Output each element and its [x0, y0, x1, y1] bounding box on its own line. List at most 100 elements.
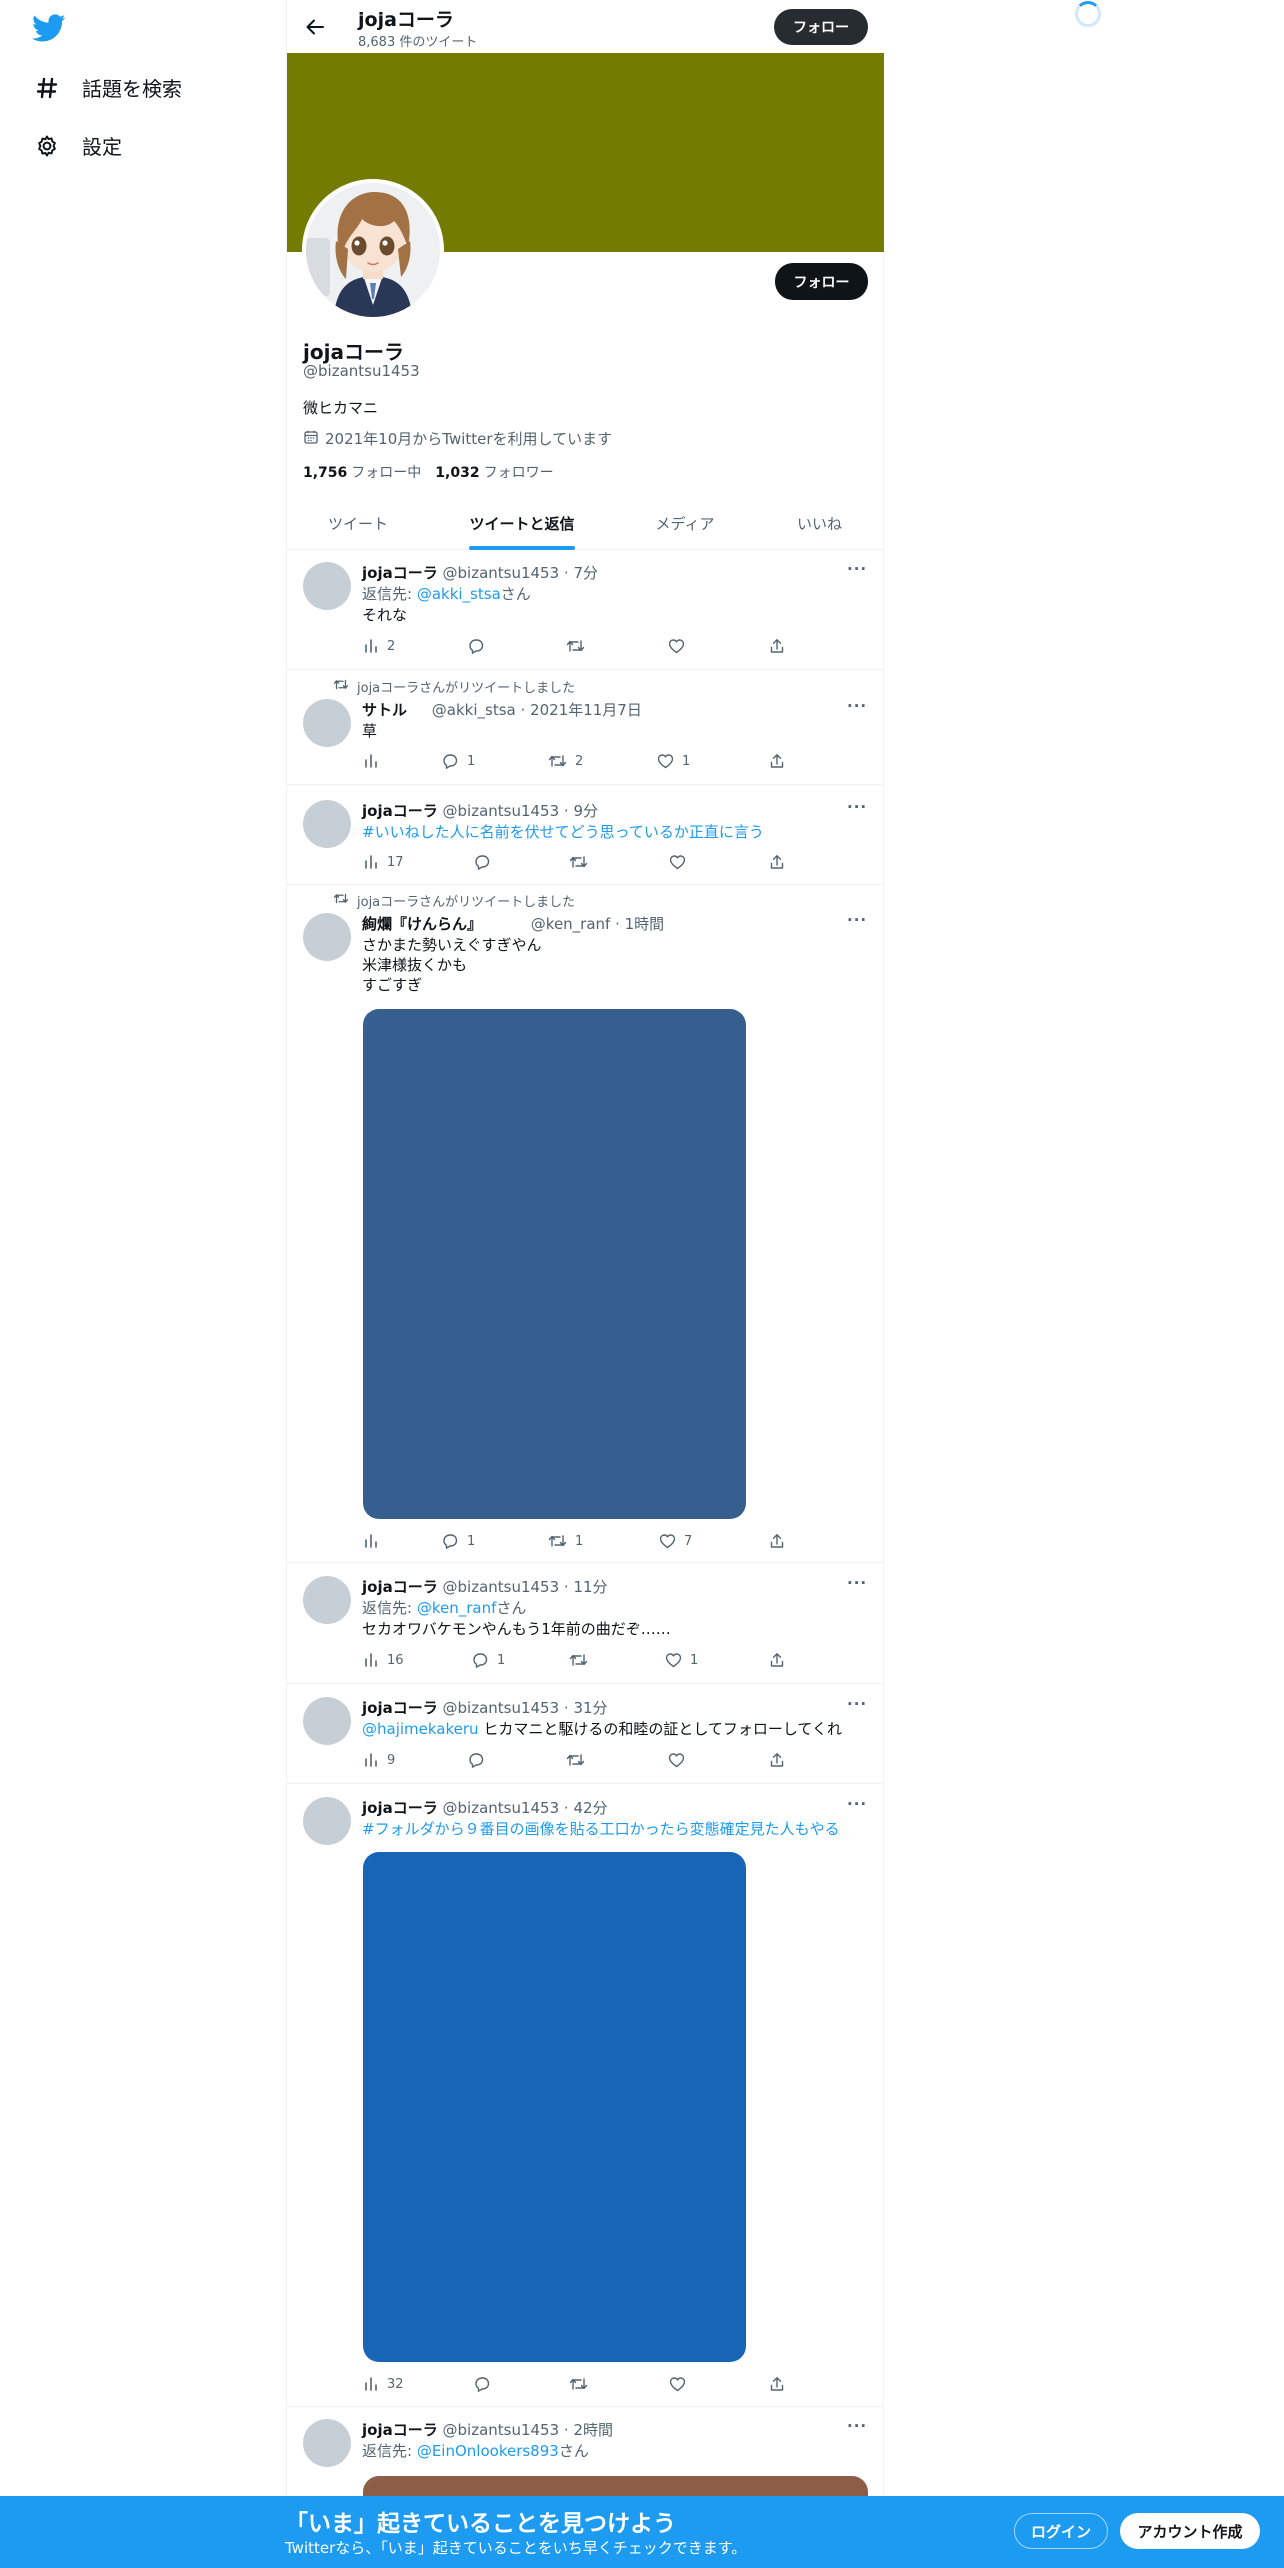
- tweet-author-name[interactable]: 絢爛『けんらん』: [362, 915, 482, 933]
- tweet-media-image[interactable]: [363, 1009, 746, 1519]
- more-icon[interactable]: ···: [847, 2417, 867, 2435]
- more-icon[interactable]: ···: [847, 1574, 867, 1592]
- reply-action[interactable]: [474, 2376, 499, 2392]
- tweet-author-name[interactable]: jojaコーラ: [362, 1699, 438, 1717]
- followers-link[interactable]: 1,032 フォロワー: [435, 462, 553, 482]
- like-action[interactable]: [668, 638, 693, 654]
- reply-to-mention[interactable]: @akki_stsa: [417, 585, 501, 603]
- views-count: 16: [387, 1652, 404, 1668]
- tweet-meta: @bizantsu1453 · 2時間: [442, 2421, 614, 2439]
- tweet-author-name[interactable]: jojaコーラ: [362, 802, 438, 820]
- tweet-avatar[interactable]: [303, 562, 351, 610]
- login-button[interactable]: ログイン: [1014, 2513, 1108, 2549]
- share-action[interactable]: [769, 638, 785, 654]
- more-icon[interactable]: ···: [847, 911, 867, 929]
- like-action[interactable]: 7: [659, 1533, 692, 1549]
- reply-prefix: 返信先:: [362, 1599, 417, 1617]
- create-account-button[interactable]: アカウント作成: [1120, 2513, 1260, 2549]
- retweet-action[interactable]: [569, 1652, 596, 1668]
- like-action[interactable]: 1: [657, 753, 690, 769]
- tweet-text: セカオワバケモンやんもう1年前の曲だぞ……: [362, 1620, 671, 1638]
- hashtag-link[interactable]: #いいねした人に名前を伏せてどう思っているか正直に言う: [362, 822, 764, 842]
- share-action[interactable]: [769, 1752, 785, 1768]
- nav-settings[interactable]: 設定: [34, 131, 122, 160]
- retweeted-by-text[interactable]: jojaコーラさんがリツイートしました: [357, 677, 575, 696]
- share-action[interactable]: [769, 854, 785, 870]
- retweet-action[interactable]: [569, 2376, 596, 2392]
- retweeted-by-text[interactable]: jojaコーラさんがリツイートしました: [357, 891, 575, 910]
- views-action[interactable]: [363, 1533, 387, 1549]
- retweet-action[interactable]: [566, 1752, 593, 1768]
- tweet-avatar[interactable]: [303, 699, 351, 747]
- tweet[interactable]: jojaコーラ @bizantsu1453 · 7分 ··· 返信先: @akk…: [287, 551, 884, 670]
- tweet[interactable]: jojaコーラ @bizantsu1453 · 31分 ··· @hajimek…: [287, 1684, 884, 1784]
- joined-text: 2021年10月からTwitterを利用しています: [325, 430, 613, 448]
- reply-action[interactable]: 1: [442, 753, 475, 769]
- tweet[interactable]: jojaコーラ @bizantsu1453 · 9分 ··· #いいねした人に名…: [287, 785, 884, 885]
- tweet-avatar[interactable]: [303, 913, 351, 961]
- more-icon[interactable]: ···: [847, 1695, 867, 1713]
- tweet-avatar[interactable]: [303, 1576, 351, 1624]
- tweet-avatar[interactable]: [303, 800, 351, 848]
- tweet-author-name[interactable]: jojaコーラ: [362, 2421, 438, 2439]
- twitter-bird-icon[interactable]: [32, 14, 66, 44]
- views-action[interactable]: [363, 753, 387, 769]
- more-icon[interactable]: ···: [847, 560, 867, 578]
- tweet-author-name[interactable]: サトル: [362, 701, 407, 719]
- retweet-action[interactable]: [566, 638, 593, 654]
- hashtag-link[interactable]: #フォルダから９番目の画像を貼る工口かったら変態確定見た人もやる: [362, 1819, 840, 1839]
- header-follow-button[interactable]: フォロー: [774, 9, 868, 45]
- reply-action[interactable]: [468, 1752, 493, 1768]
- profile-joined: 2021年10月からTwitterを利用しています: [303, 428, 612, 449]
- reply-action[interactable]: 1: [472, 1652, 505, 1668]
- tweet-avatar[interactable]: [303, 1697, 351, 1745]
- reply-to-mention[interactable]: @EinOnlookers893: [417, 2442, 559, 2460]
- tab-likes[interactable]: いいね: [755, 497, 884, 550]
- share-action[interactable]: [769, 1533, 785, 1549]
- more-icon[interactable]: ···: [847, 1795, 867, 1813]
- tweet-author-name[interactable]: jojaコーラ: [362, 1578, 438, 1596]
- profile-bio: 微ヒカマニ: [303, 399, 379, 417]
- share-action[interactable]: [769, 1652, 785, 1668]
- tweet[interactable]: jojaコーラ @bizantsu1453 · 11分 ··· 返信先: @ke…: [287, 1563, 884, 1684]
- mention-link[interactable]: @hajimekakeru: [362, 1720, 479, 1738]
- tweet[interactable]: jojaコーラ @bizantsu1453 · 42分 ··· #フォルダから９…: [287, 1784, 884, 2407]
- like-action[interactable]: [669, 2376, 694, 2392]
- tweet-avatar[interactable]: [303, 2419, 351, 2467]
- views-action[interactable]: 17: [363, 854, 404, 870]
- tab-media[interactable]: メディア: [615, 497, 755, 550]
- back-arrow-icon[interactable]: [301, 13, 329, 41]
- tweet[interactable]: jojaコーラさんがリツイートしました 絢爛『けんらん』 @ken_ranf ·…: [287, 885, 884, 1563]
- nav-explore[interactable]: 話題を検索: [34, 73, 182, 102]
- tweet-meta: @bizantsu1453 · 42分: [442, 1799, 608, 1817]
- tweet-author-name[interactable]: jojaコーラ: [362, 1799, 438, 1817]
- tab-tweets[interactable]: ツイート: [287, 497, 429, 550]
- like-action[interactable]: [669, 854, 694, 870]
- more-icon[interactable]: ···: [847, 798, 867, 816]
- reply-icon: [468, 638, 485, 654]
- tweet-media-image[interactable]: [363, 1852, 746, 2362]
- reply-action[interactable]: 1: [442, 1533, 475, 1549]
- tweet[interactable]: jojaコーラさんがリツイートしました サトル @akki_stsa · 202…: [287, 670, 884, 785]
- like-action[interactable]: [668, 1752, 693, 1768]
- profile-avatar[interactable]: [302, 179, 444, 321]
- tweet-author-name[interactable]: jojaコーラ: [362, 564, 438, 582]
- retweet-action[interactable]: 2: [548, 753, 583, 769]
- views-action[interactable]: 32: [363, 2376, 404, 2392]
- following-link[interactable]: 1,756 フォロー中: [303, 462, 421, 482]
- tab-tweets-and-replies[interactable]: ツイートと返信: [429, 497, 615, 550]
- views-action[interactable]: 16: [363, 1652, 404, 1668]
- like-action[interactable]: 1: [665, 1652, 698, 1668]
- share-action[interactable]: [769, 753, 785, 769]
- share-action[interactable]: [769, 2376, 785, 2392]
- retweet-action[interactable]: 1: [548, 1533, 583, 1549]
- follow-button[interactable]: フォロー: [775, 263, 868, 300]
- tweet-avatar[interactable]: [303, 1797, 351, 1845]
- more-icon[interactable]: ···: [847, 697, 867, 715]
- reply-action[interactable]: [474, 854, 499, 870]
- views-action[interactable]: 2: [363, 638, 395, 654]
- reply-to-mention[interactable]: @ken_ranf: [417, 1599, 497, 1617]
- retweet-action[interactable]: [569, 854, 596, 870]
- views-action[interactable]: 9: [363, 1752, 395, 1768]
- reply-action[interactable]: [468, 638, 493, 654]
